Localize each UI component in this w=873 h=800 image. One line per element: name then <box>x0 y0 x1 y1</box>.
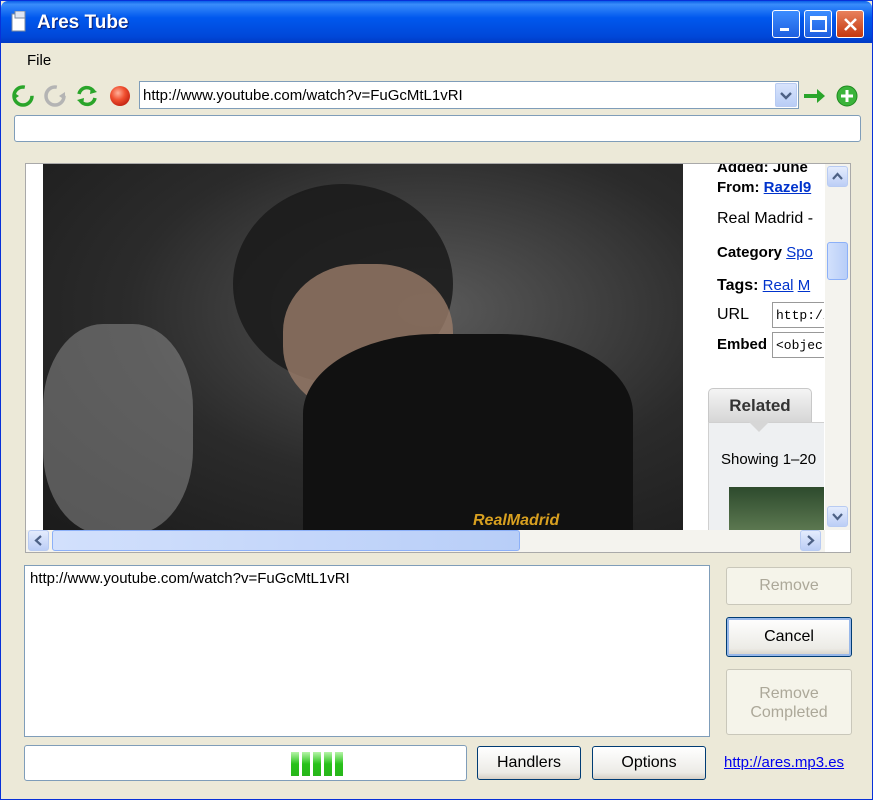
scroll-down-button[interactable] <box>827 506 848 527</box>
added-label: Added: <box>717 164 769 176</box>
minimize-icon <box>780 28 789 31</box>
embed-label: Embed <box>717 336 768 353</box>
related-video-thumbnail[interactable] <box>729 487 824 530</box>
forward-icon[interactable] <box>43 84 67 108</box>
add-download-icon[interactable] <box>835 84 859 108</box>
status-field <box>14 115 861 142</box>
added-value: June <box>772 164 808 176</box>
download-list[interactable]: http://www.youtube.com/watch?v=FuGcMtL1v… <box>24 565 710 737</box>
vertical-scroll-thumb[interactable] <box>827 242 848 280</box>
video-player[interactable]: RealMadrid <box>43 164 683 530</box>
remove-completed-button[interactable]: Remove Completed <box>726 669 852 735</box>
showing-count: Showing 1–20 <box>721 451 817 468</box>
remove-completed-label-line2: Completed <box>750 704 828 721</box>
tag-link-real[interactable]: Real <box>763 277 794 294</box>
maximize-icon <box>810 16 827 32</box>
url-input[interactable] <box>143 85 763 105</box>
minimize-button[interactable] <box>772 10 800 38</box>
window-title: Ares Tube <box>37 12 129 33</box>
ares-website-link[interactable]: http://ares.mp3.es <box>724 754 844 771</box>
progress-block <box>291 752 299 776</box>
url-dropdown-button[interactable] <box>775 83 797 107</box>
menu-bar: File <box>5 45 869 75</box>
app-window: Ares Tube File http://www.youtube.com/wa… <box>0 0 873 800</box>
go-arrow-icon[interactable] <box>802 84 826 108</box>
progress-block <box>335 752 343 776</box>
tag-link-m[interactable]: M <box>798 277 811 294</box>
browser-pane[interactable]: RealMadrid Added: June From: Razel9 Real… <box>25 163 851 553</box>
progress-block <box>324 752 332 776</box>
scroll-right-button[interactable] <box>800 530 821 551</box>
close-button[interactable] <box>836 10 864 38</box>
chevron-left-icon <box>34 535 42 546</box>
maximize-button[interactable] <box>804 10 832 38</box>
horizontal-scrollbar[interactable] <box>26 530 825 552</box>
vertical-scrollbar[interactable] <box>825 164 850 530</box>
progress-block <box>313 752 321 776</box>
remove-button[interactable]: Remove <box>726 567 852 605</box>
horizontal-scroll-thumb[interactable] <box>52 530 520 551</box>
title-bar[interactable]: Ares Tube <box>1 1 872 43</box>
from-user-link[interactable]: Razel9 <box>764 179 812 196</box>
cancel-button[interactable]: Cancel <box>726 617 852 657</box>
chevron-down-icon <box>780 92 792 100</box>
progress-block <box>302 752 310 776</box>
chevron-down-icon <box>832 513 843 521</box>
video-title: Real Madrid - <box>717 210 814 227</box>
options-button[interactable]: Options <box>592 746 706 780</box>
close-icon <box>844 18 857 31</box>
video-info-panel: Added: June From: Razel9 Real Madrid - C… <box>708 164 824 530</box>
back-icon[interactable] <box>11 84 35 108</box>
menu-file[interactable]: File <box>27 52 51 69</box>
app-icon <box>11 11 26 32</box>
category-label: Category <box>717 244 783 261</box>
video-url-field[interactable]: http://w <box>772 302 824 328</box>
related-panel: Showing 1–20 <box>708 422 824 530</box>
category-link[interactable]: Spo <box>786 244 813 261</box>
remove-completed-label-line1: Remove <box>759 685 819 702</box>
tab-related[interactable]: Related <box>708 388 812 422</box>
from-label: From: <box>717 179 760 196</box>
progress-bar <box>24 745 467 781</box>
stop-icon[interactable] <box>108 84 132 108</box>
tab-pointer-icon <box>749 422 769 432</box>
video-watermark: RealMadrid <box>473 512 560 529</box>
scroll-up-button[interactable] <box>827 166 848 187</box>
url-combobox[interactable] <box>139 81 799 109</box>
url-label: URL <box>717 306 750 323</box>
chevron-right-icon <box>807 535 815 546</box>
tags-label: Tags: <box>717 277 759 294</box>
toolbar <box>5 79 869 113</box>
embed-code-field[interactable]: <object <box>772 332 824 358</box>
scroll-left-button[interactable] <box>28 530 49 551</box>
handlers-button[interactable]: Handlers <box>477 746 581 780</box>
refresh-icon[interactable] <box>75 84 99 108</box>
chevron-up-icon <box>832 172 843 180</box>
list-item[interactable]: http://www.youtube.com/watch?v=FuGcMtL1v… <box>30 570 350 587</box>
